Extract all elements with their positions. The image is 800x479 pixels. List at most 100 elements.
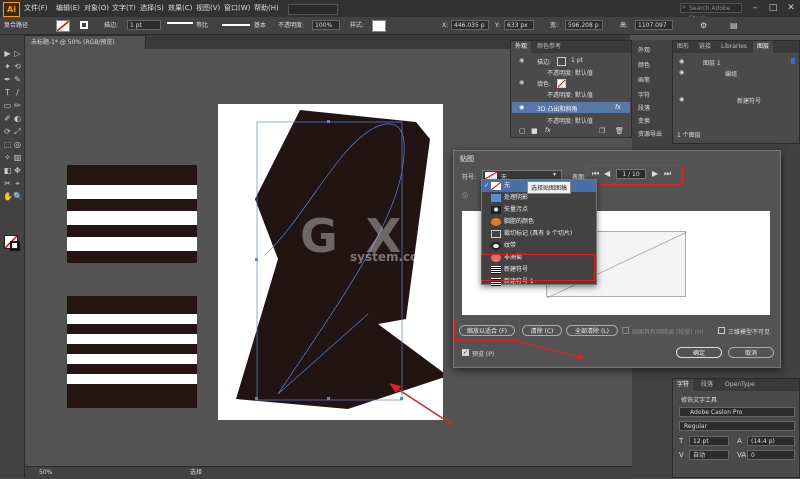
stroke-weight-field[interactable]: 1 pt	[127, 20, 161, 30]
appearance-stroke-swatch[interactable]	[557, 57, 566, 66]
brush-style-label[interactable]: 基本	[254, 17, 266, 34]
scissors-icon[interactable]: ✂	[3, 179, 12, 188]
side-asset-export-label[interactable]: 资源导出	[638, 129, 662, 138]
paintbrush-icon[interactable]: ✏	[13, 101, 22, 110]
menu-type[interactable]: 文字(T)	[112, 0, 136, 17]
line-tool-icon[interactable]: /	[13, 88, 22, 97]
side-paragraph-label[interactable]: 段落	[638, 103, 650, 112]
eye-icon[interactable]: ◉	[519, 104, 524, 111]
x-field[interactable]: 446.035 p	[451, 20, 489, 30]
lasso-icon[interactable]: ⟲	[13, 62, 22, 71]
tab-appearance[interactable]: 外观	[511, 41, 532, 53]
fx-icon[interactable]: fx	[615, 104, 621, 111]
graphic-style-swatch[interactable]	[372, 20, 386, 32]
width-field[interactable]: 596.208 p	[565, 20, 603, 30]
pen-tool-icon[interactable]: ✒	[3, 75, 12, 84]
zoom-tool-icon[interactable]: 🔍	[13, 192, 23, 201]
document-tab[interactable]: 未标题-1* @ 50% (RGB/预览)	[24, 35, 146, 49]
zoom-level[interactable]: 50%	[39, 467, 52, 479]
eye-icon[interactable]: ◉	[519, 79, 524, 86]
tab-layers[interactable]: 图层	[753, 41, 774, 53]
scale-icon[interactable]: ⤢	[13, 127, 22, 136]
eye-icon[interactable]: ◉	[679, 58, 684, 65]
eye-icon[interactable]: ◉	[679, 96, 684, 103]
menu-select[interactable]: 选择(S)	[140, 0, 164, 17]
magic-wand-icon[interactable]: ✦	[3, 62, 12, 71]
menu-help[interactable]: 帮助(H)	[254, 0, 279, 17]
font-family-field[interactable]: Adobe Caslon Pro	[679, 407, 795, 417]
side-character-label[interactable]: 字符	[638, 90, 650, 99]
dropdown-item-crop-marks[interactable]: 裁切标记 (具有 9 个切片)	[482, 228, 596, 240]
preview-checkbox[interactable]: ✓	[462, 349, 469, 356]
clear-button[interactable]: 清除 (C)	[522, 325, 562, 336]
width-tool-icon[interactable]: ⬚	[3, 140, 12, 149]
leading-field[interactable]: (14.4 p)	[747, 436, 795, 446]
font-size-field[interactable]: 12 pt	[689, 436, 729, 446]
mesh-icon[interactable]: ◧	[3, 166, 12, 175]
workspace-switcher[interactable]	[288, 4, 338, 15]
stock-search-input[interactable]: Search Adobe Stock	[680, 3, 742, 22]
dropdown-item-ribbon[interactable]: 纹带	[482, 240, 596, 252]
side-appearance-label[interactable]: 外观	[638, 45, 650, 54]
add-stroke-icon[interactable]: ▢	[519, 127, 526, 135]
menu-edit[interactable]: 编辑(E)	[56, 0, 80, 17]
side-color-label[interactable]: 颜色	[638, 60, 650, 69]
type-tool-icon[interactable]: T	[3, 88, 12, 97]
stripe-art-top[interactable]	[67, 165, 197, 263]
maximize-icon[interactable]: □	[764, 0, 782, 17]
appearance-fill-swatch[interactable]	[557, 79, 566, 88]
hand-tool-icon[interactable]: ✋	[3, 192, 13, 201]
dropdown-item-rouge[interactable]: 胭脂的颜色	[482, 216, 596, 228]
tab-paragraph[interactable]: 段落	[697, 379, 717, 391]
tab-graphic-styles[interactable]: 图形	[673, 41, 693, 53]
eye-icon[interactable]: ◉	[519, 57, 524, 64]
close-icon[interactable]: ✕	[782, 0, 800, 17]
curvature-icon[interactable]: ✎	[13, 75, 22, 84]
height-field[interactable]: 1107.097	[635, 20, 673, 30]
shape-builder-icon[interactable]: ✧	[3, 153, 12, 162]
menu-file[interactable]: 文件(F)	[24, 0, 48, 17]
dropdown-item-splat[interactable]: ✸ 矢量污点	[482, 204, 596, 216]
tracking-field[interactable]: 0	[747, 450, 795, 460]
eye-icon[interactable]: ◉	[679, 69, 684, 76]
side-brushes-label[interactable]: 画笔	[638, 75, 650, 84]
rectangle-tool-icon[interactable]: ▭	[3, 101, 12, 110]
next-surface-icon[interactable]: ▶	[652, 169, 658, 178]
side-transform-label[interactable]: 变换	[638, 116, 650, 125]
direct-selection-tool-icon[interactable]: ▷	[13, 49, 22, 58]
transform-options-icon[interactable]: ⚙	[700, 17, 707, 34]
minimize-icon[interactable]: –	[746, 0, 764, 17]
cancel-button[interactable]: 取消	[728, 347, 774, 358]
stroke-style-label[interactable]: 等比	[196, 17, 208, 34]
stripe-art-bottom[interactable]	[67, 296, 197, 408]
menu-object[interactable]: 对象(O)	[84, 0, 109, 17]
perspective-grid-icon[interactable]: ▥	[13, 153, 22, 162]
pencil-icon[interactable]: ✐	[3, 114, 12, 123]
stroke-color-box[interactable]	[10, 241, 20, 251]
gradient-icon[interactable]: ✥	[13, 166, 22, 175]
tab-links[interactable]: 链接	[695, 41, 715, 53]
touch-type-tool[interactable]: 修饰文字工具	[681, 395, 717, 404]
arrange-icon[interactable]: ▤	[730, 17, 738, 34]
appearance-3d-effect[interactable]: 3D 凸出和斜角	[537, 104, 577, 113]
ok-button[interactable]: 确定	[676, 347, 722, 358]
trash-icon[interactable]: 🗑	[615, 127, 624, 135]
tab-libraries[interactable]: Libraries	[717, 41, 751, 53]
menu-effect[interactable]: 效果(C)	[168, 0, 192, 17]
group-layer-name[interactable]: 编组	[725, 69, 737, 78]
duplicate-icon[interactable]: ❐	[599, 127, 605, 135]
shade-artwork-checkbox[interactable]	[622, 327, 629, 334]
invisible-geometry-checkbox[interactable]	[718, 327, 725, 334]
rotate-icon[interactable]: ⟳	[3, 127, 12, 136]
y-field[interactable]: 633 px	[504, 20, 534, 30]
symbol-layer-name[interactable]: 新建符号	[737, 96, 761, 105]
shaper-icon[interactable]: ◐	[13, 114, 22, 123]
tab-color-guide[interactable]: 颜色参考	[533, 41, 565, 53]
artboard-tool-icon[interactable]: ⌖	[13, 179, 22, 188]
menu-window[interactable]: 窗口(W)	[224, 0, 250, 17]
selection-tool-icon[interactable]: ▶	[3, 49, 12, 58]
tab-character[interactable]: 字符	[673, 379, 694, 391]
add-fill-icon[interactable]: ■	[531, 127, 538, 135]
prev-surface-icon[interactable]: ◀	[604, 169, 610, 178]
menu-view[interactable]: 视图(V)	[196, 0, 220, 17]
